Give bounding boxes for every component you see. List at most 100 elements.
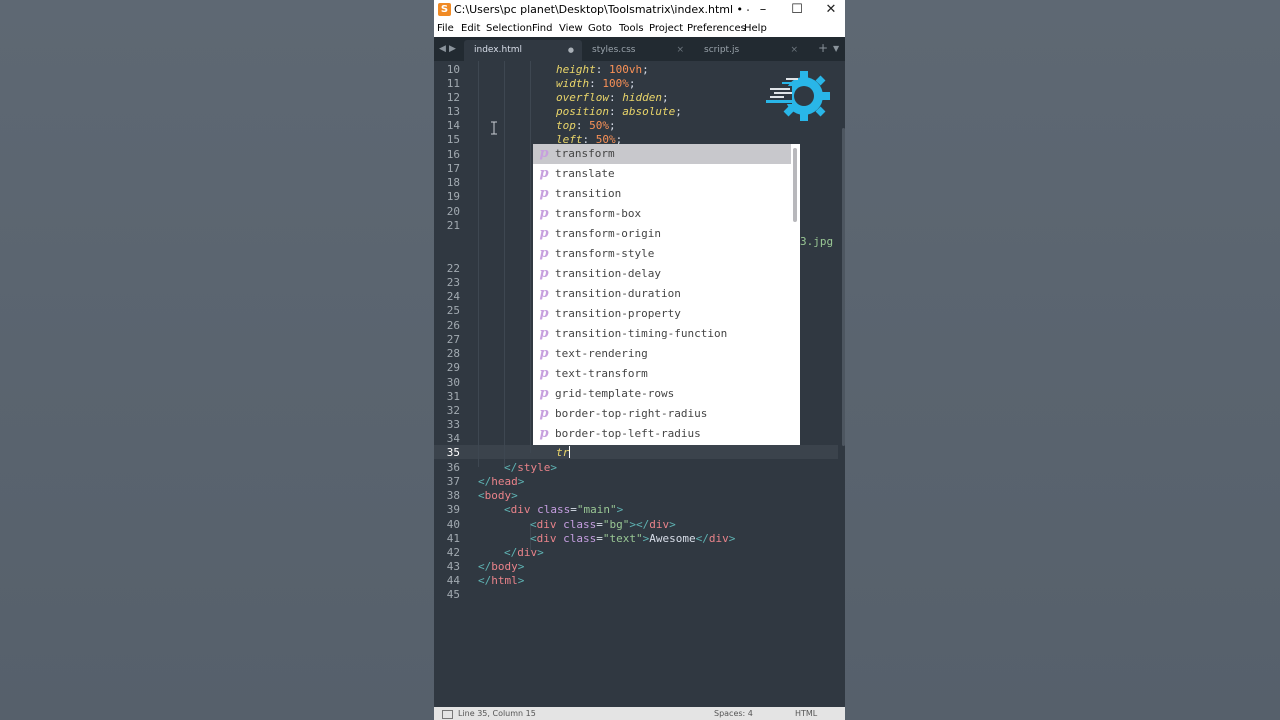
property-kind-icon: p xyxy=(539,366,549,381)
text-caret xyxy=(569,446,571,458)
menu-edit[interactable]: Edit xyxy=(461,22,480,36)
line-number: 12 xyxy=(446,91,460,104)
menu-goto[interactable]: Goto xyxy=(588,22,612,36)
code-line: width: 100%; xyxy=(556,77,636,90)
code-line: </html> xyxy=(478,574,525,587)
menu-help[interactable]: Help xyxy=(744,22,767,36)
menu-bar: File Edit Selection Find View Goto Tools… xyxy=(434,20,845,37)
line-number: 14 xyxy=(446,119,460,132)
autocomplete-item[interactable]: p translate xyxy=(533,164,791,184)
autocomplete-item[interactable]: p transition-property xyxy=(533,304,791,324)
code-line: top: 50%; xyxy=(556,119,616,132)
autocomplete-item[interactable]: p text-transform xyxy=(533,364,791,384)
tab-menu-icon[interactable]: ▼ xyxy=(833,42,839,56)
tab-label: index.html xyxy=(474,45,522,55)
line-number: 21 xyxy=(446,219,460,232)
line-number: 25 xyxy=(446,304,460,317)
syntax-selector[interactable]: HTML xyxy=(795,707,817,720)
line-number: 23 xyxy=(446,276,460,289)
autocomplete-item[interactable]: p transform-style xyxy=(533,244,791,264)
tab-script-js[interactable]: script.js × xyxy=(694,40,806,61)
code-line: <div class="bg"></div> xyxy=(530,518,676,531)
tab-styles-css[interactable]: styles.css × xyxy=(582,40,692,61)
code-line: position: absolute; xyxy=(556,105,682,118)
property-kind-icon: p xyxy=(539,146,549,161)
autocomplete-item[interactable]: p text-rendering xyxy=(533,344,791,364)
minimize-button[interactable]: – xyxy=(747,0,779,20)
property-kind-icon: p xyxy=(539,406,549,421)
code-editor[interactable]: 10 11 12 13 14 15 16 17 18 19 20 21 22 2… xyxy=(434,61,838,707)
menu-find[interactable]: Find xyxy=(532,22,553,36)
toolsmatrix-gear-logo-icon xyxy=(766,71,830,121)
autocomplete-label: transition-delay xyxy=(555,267,661,280)
title-bar: S C:\Users\pc planet\Desktop\Toolsmatrix… xyxy=(434,0,845,20)
line-number: 33 xyxy=(446,418,460,431)
property-kind-icon: p xyxy=(539,426,549,441)
indent-guide xyxy=(504,61,505,467)
close-tab-icon[interactable]: × xyxy=(676,40,684,61)
unsaved-dot-icon[interactable]: ● xyxy=(568,40,574,61)
line-number: 37 xyxy=(446,475,460,488)
sublime-text-icon: S xyxy=(438,3,451,16)
autocomplete-item[interactable]: p border-top-left-radius xyxy=(533,424,791,444)
autocomplete-label: grid-template-rows xyxy=(555,387,675,400)
line-number: 26 xyxy=(446,319,460,332)
sublime-window: S C:\Users\pc planet\Desktop\Toolsmatrix… xyxy=(434,0,845,720)
current-line-highlight xyxy=(434,445,838,459)
line-number: 16 xyxy=(446,148,460,161)
indent-guide xyxy=(478,61,479,467)
line-number: 17 xyxy=(446,162,460,175)
tab-prev-icon[interactable]: ◀ xyxy=(439,42,446,56)
autocomplete-item[interactable]: p transform-origin xyxy=(533,224,791,244)
line-number: 11 xyxy=(446,77,460,90)
close-tab-icon[interactable]: × xyxy=(790,40,798,61)
menu-preferences[interactable]: Preferences xyxy=(687,22,746,36)
line-number: 45 xyxy=(446,588,460,601)
autocomplete-label: text-rendering xyxy=(555,347,648,360)
line-number: 24 xyxy=(446,290,460,303)
autocomplete-item[interactable]: p border-top-right-radius xyxy=(533,404,791,424)
code-line: <body> xyxy=(478,489,518,502)
new-tab-icon[interactable]: + xyxy=(818,41,828,55)
editor-scrollbar-thumb[interactable] xyxy=(842,128,845,446)
autocomplete-item[interactable]: p transform xyxy=(533,144,791,164)
menu-tools[interactable]: Tools xyxy=(619,22,644,36)
cursor-position: Line 35, Column 15 xyxy=(458,709,536,718)
code-line: </body> xyxy=(478,560,525,573)
autocomplete-label: text-transform xyxy=(555,367,648,380)
autocomplete-item[interactable]: p transition-delay xyxy=(533,264,791,284)
menu-selection[interactable]: Selection xyxy=(486,22,532,36)
autocomplete-item[interactable]: p transition xyxy=(533,184,791,204)
autocomplete-item[interactable]: p transition-timing-function xyxy=(533,324,791,344)
line-number: 19 xyxy=(446,190,460,203)
line-number: 29 xyxy=(446,361,460,374)
indentation-setting[interactable]: Spaces: 4 xyxy=(714,707,753,720)
property-kind-icon: p xyxy=(539,306,549,321)
line-number: 27 xyxy=(446,333,460,346)
tab-next-icon[interactable]: ▶ xyxy=(449,42,456,56)
close-button[interactable]: ✕ xyxy=(815,0,845,20)
tab-label: styles.css xyxy=(592,45,636,55)
autocomplete-label: transform-origin xyxy=(555,227,661,240)
window-title: C:\Users\pc planet\Desktop\Toolsmatrix\i… xyxy=(454,3,749,16)
property-kind-icon: p xyxy=(539,326,549,341)
line-number-current: 35 xyxy=(446,446,460,459)
property-kind-icon: p xyxy=(539,166,549,181)
property-kind-icon: p xyxy=(539,266,549,281)
panel-toggle-icon[interactable] xyxy=(442,710,453,719)
autocomplete-item[interactable]: p transition-duration xyxy=(533,284,791,304)
menu-project[interactable]: Project xyxy=(649,22,683,36)
tab-index-html[interactable]: index.html ● xyxy=(464,40,582,61)
autocomplete-scrollbar[interactable] xyxy=(793,148,797,222)
tab-label: script.js xyxy=(704,45,740,55)
tab-bar: ◀ ▶ index.html ● styles.css × script.js … xyxy=(434,37,845,61)
line-number: 13 xyxy=(446,105,460,118)
autocomplete-item[interactable]: p transform-box xyxy=(533,204,791,224)
maximize-button[interactable]: ☐ xyxy=(781,0,813,20)
autocomplete-item[interactable]: p grid-template-rows xyxy=(533,384,791,404)
property-kind-icon: p xyxy=(539,286,549,301)
line-number: 30 xyxy=(446,376,460,389)
menu-view[interactable]: View xyxy=(559,22,583,36)
line-number: 42 xyxy=(446,546,460,559)
menu-file[interactable]: File xyxy=(437,22,454,36)
